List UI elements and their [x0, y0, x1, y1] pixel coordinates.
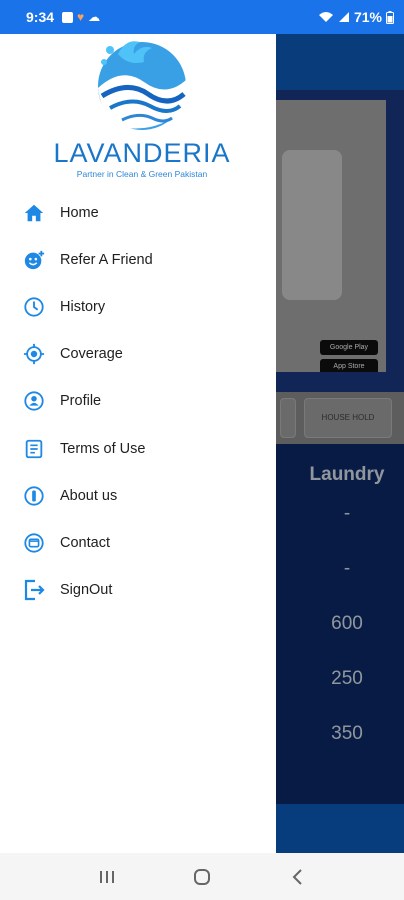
system-nav-bar — [0, 853, 404, 900]
battery-percent: 71% — [353, 9, 382, 25]
battery-icon — [386, 10, 394, 24]
drawer-menu: Home Refer A Friend History Coverage Pro… — [0, 189, 276, 614]
back-chevron-icon — [292, 868, 302, 885]
about-info-icon — [22, 484, 46, 508]
coverage-target-icon — [22, 342, 46, 366]
menu-item-about-us[interactable]: About us — [0, 472, 276, 519]
cloud-notification-icon: ☁ — [88, 10, 101, 24]
menu-item-refer-a-friend[interactable]: Refer A Friend — [0, 236, 276, 283]
menu-item-history[interactable]: History — [0, 283, 276, 330]
back-button[interactable] — [277, 857, 317, 897]
contact-icon — [22, 531, 46, 555]
menu-label-terms-of-use: Terms of Use — [60, 440, 146, 457]
history-clock-icon — [22, 295, 46, 319]
profile-icon — [22, 389, 46, 413]
menu-item-terms-of-use[interactable]: Terms of Use — [0, 425, 276, 472]
brand-name: LAVANDERIA — [53, 138, 231, 168]
menu-item-signout[interactable]: SignOut — [0, 567, 276, 614]
status-bar: 9:34 ♥ ☁ 71% — [0, 0, 404, 34]
gallery-notification-icon — [62, 11, 74, 23]
menu-label-about-us: About us — [60, 487, 118, 504]
signout-icon — [22, 578, 46, 602]
menu-item-coverage[interactable]: Coverage — [0, 331, 276, 378]
home-circle-icon — [193, 868, 210, 885]
menu-label-coverage: Coverage — [60, 346, 123, 363]
drawer-scrim[interactable] — [276, 34, 404, 853]
home-button[interactable] — [182, 857, 222, 897]
menu-label-home: Home — [60, 204, 99, 221]
menu-label-history: History — [60, 298, 106, 315]
status-time: 9:34 — [26, 9, 55, 25]
menu-item-home[interactable]: Home — [0, 189, 276, 236]
brand-tagline: Partner in Clean & Green Pakistan — [76, 169, 208, 179]
recent-apps-icon — [100, 870, 115, 883]
menu-label-profile: Profile — [60, 393, 102, 410]
navigation-drawer: LAVANDERIA Partner in Clean & Green Paki… — [0, 34, 276, 853]
heart-notification-icon: ♥ — [77, 10, 85, 24]
menu-item-profile[interactable]: Profile — [0, 378, 276, 425]
menu-label-signout: SignOut — [60, 582, 113, 599]
terms-document-icon — [22, 437, 46, 461]
menu-label-refer-a-friend: Refer A Friend — [60, 251, 153, 268]
menu-item-contact[interactable]: Contact — [0, 519, 276, 566]
signal-icon — [338, 12, 349, 22]
refer-friend-icon — [22, 248, 46, 272]
brand-logo: LAVANDERIA Partner in Clean & Green Paki… — [52, 36, 232, 180]
menu-label-contact: Contact — [60, 534, 110, 551]
wave-logo-icon — [98, 41, 186, 130]
recent-apps-button[interactable] — [87, 857, 127, 897]
wifi-icon — [318, 12, 333, 22]
home-icon — [22, 201, 46, 225]
